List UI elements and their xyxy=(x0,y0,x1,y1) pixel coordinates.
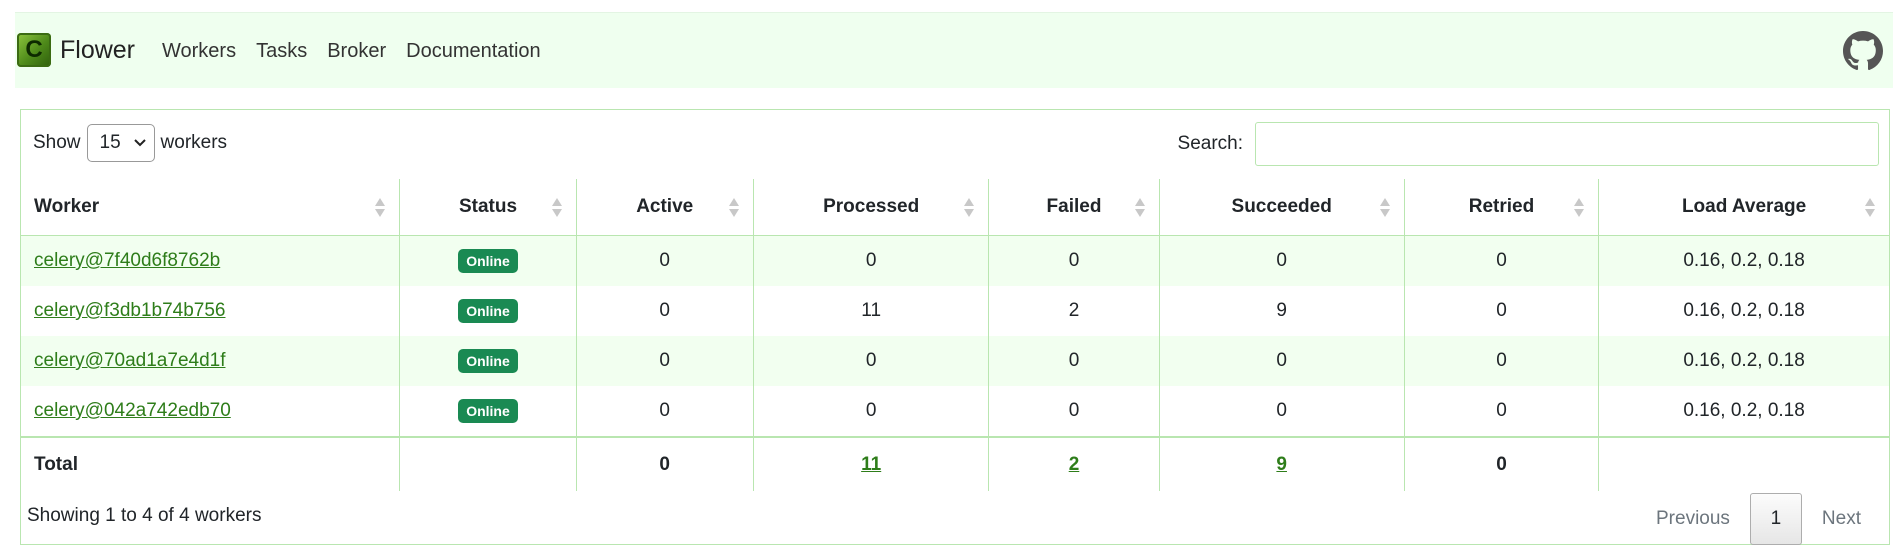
search-label: Search: xyxy=(1177,133,1243,154)
nav-broker[interactable]: Broker xyxy=(327,40,386,63)
table-row: celery@f3db1b74b756 Online 0 11 2 9 0 0.… xyxy=(21,286,1889,336)
table-header-row: Worker Status Active Processed Failed Su… xyxy=(21,179,1889,236)
workers-table: Worker Status Active Processed Failed Su… xyxy=(21,179,1889,491)
search-control: Search: xyxy=(1178,122,1879,166)
total-active: 0 xyxy=(575,436,754,491)
retried-cell: 0 xyxy=(1403,235,1599,286)
table-row: celery@7f40d6f8762b Online 0 0 0 0 0 0.1… xyxy=(21,235,1889,286)
sort-icon xyxy=(375,197,386,219)
workers-label: workers xyxy=(160,132,228,153)
previous-button[interactable]: Previous xyxy=(1636,508,1750,530)
sort-icon xyxy=(728,197,739,219)
column-header[interactable]: Succeeded xyxy=(1158,179,1405,236)
table-info: Showing 1 to 4 of 4 workers xyxy=(27,505,262,526)
total-retried: 0 xyxy=(1403,436,1599,491)
status-badge: Online xyxy=(458,299,518,323)
total-processed-link[interactable]: 11 xyxy=(861,454,881,475)
load-average-cell: 0.16, 0.2, 0.18 xyxy=(1598,235,1889,286)
succeeded-cell: 0 xyxy=(1158,336,1405,386)
load-average-cell: 0.16, 0.2, 0.18 xyxy=(1598,286,1889,336)
processed-cell: 0 xyxy=(752,235,989,286)
load-average-cell: 0.16, 0.2, 0.18 xyxy=(1598,386,1889,437)
succeeded-cell: 0 xyxy=(1158,386,1405,437)
active-cell: 0 xyxy=(575,235,754,286)
active-cell: 0 xyxy=(575,336,754,386)
total-succeeded-link[interactable]: 9 xyxy=(1276,454,1287,475)
sort-icon xyxy=(1574,197,1585,219)
active-cell: 0 xyxy=(575,286,754,336)
total-load-cell xyxy=(1598,436,1889,491)
failed-cell: 0 xyxy=(988,336,1160,386)
table-row: celery@70ad1a7e4d1f Online 0 0 0 0 0 0.1… xyxy=(21,336,1889,386)
column-header[interactable]: Status xyxy=(399,179,577,236)
total-failed-link[interactable]: 2 xyxy=(1069,454,1080,475)
nav-workers[interactable]: Workers xyxy=(162,40,236,63)
top-navbar: C Flower Workers Tasks Broker Documentat… xyxy=(15,12,1893,88)
column-header[interactable]: Active xyxy=(575,179,754,236)
column-header[interactable]: Processed xyxy=(752,179,989,236)
processed-cell: 0 xyxy=(752,386,989,437)
column-header[interactable]: Failed xyxy=(988,179,1160,236)
sort-icon xyxy=(964,197,975,219)
total-label: Total xyxy=(21,436,400,491)
workers-panel: Show 15 workers Search: Worker Status Ac… xyxy=(20,109,1890,545)
load-average-cell: 0.16, 0.2, 0.18 xyxy=(1598,336,1889,386)
status-badge: Online xyxy=(458,399,518,423)
nav-links: Workers Tasks Broker Documentation xyxy=(162,40,561,63)
page-size-value: 15 xyxy=(99,132,121,153)
status-badge: Online xyxy=(458,349,518,373)
column-header[interactable]: Load Average xyxy=(1598,179,1889,236)
sort-icon xyxy=(551,197,562,219)
failed-cell: 2 xyxy=(988,286,1160,336)
sort-icon xyxy=(1865,197,1875,219)
next-button[interactable]: Next xyxy=(1802,508,1881,530)
page-size-control: Show 15 workers xyxy=(33,124,227,162)
retried-cell: 0 xyxy=(1403,386,1599,437)
brand[interactable]: C Flower xyxy=(17,33,135,67)
page-size-select[interactable]: 15 xyxy=(86,124,155,162)
sort-icon xyxy=(1134,197,1145,219)
page-1-button[interactable]: 1 xyxy=(1749,493,1802,545)
total-row: Total 0 11 2 9 0 xyxy=(21,436,1889,491)
active-cell: 0 xyxy=(575,386,754,437)
processed-cell: 0 xyxy=(752,336,989,386)
column-header[interactable]: Worker xyxy=(21,179,400,236)
pagination: Previous 1 Next xyxy=(1636,493,1881,545)
succeeded-cell: 9 xyxy=(1158,286,1405,336)
worker-link[interactable]: celery@70ad1a7e4d1f xyxy=(34,350,225,371)
succeeded-cell: 0 xyxy=(1158,235,1405,286)
processed-cell: 11 xyxy=(752,286,989,336)
brand-title: Flower xyxy=(60,35,136,64)
worker-link[interactable]: celery@f3db1b74b756 xyxy=(34,300,225,321)
show-label: Show xyxy=(33,132,81,153)
retried-cell: 0 xyxy=(1403,336,1599,386)
celery-logo-icon: C xyxy=(17,33,51,67)
worker-link[interactable]: celery@7f40d6f8762b xyxy=(34,250,220,271)
github-icon[interactable] xyxy=(1843,31,1883,71)
search-input[interactable] xyxy=(1255,122,1879,166)
table-row: celery@042a742edb70 Online 0 0 0 0 0 0.1… xyxy=(21,386,1889,437)
column-header[interactable]: Retried xyxy=(1403,179,1599,236)
sort-icon xyxy=(1379,197,1390,219)
worker-link[interactable]: celery@042a742edb70 xyxy=(34,400,231,421)
retried-cell: 0 xyxy=(1403,286,1599,336)
nav-tasks[interactable]: Tasks xyxy=(256,40,307,63)
status-badge: Online xyxy=(458,249,518,273)
failed-cell: 0 xyxy=(988,235,1160,286)
nav-documentation[interactable]: Documentation xyxy=(406,40,541,63)
failed-cell: 0 xyxy=(988,386,1160,437)
total-status-cell xyxy=(399,436,577,491)
chevron-down-icon xyxy=(133,139,146,147)
